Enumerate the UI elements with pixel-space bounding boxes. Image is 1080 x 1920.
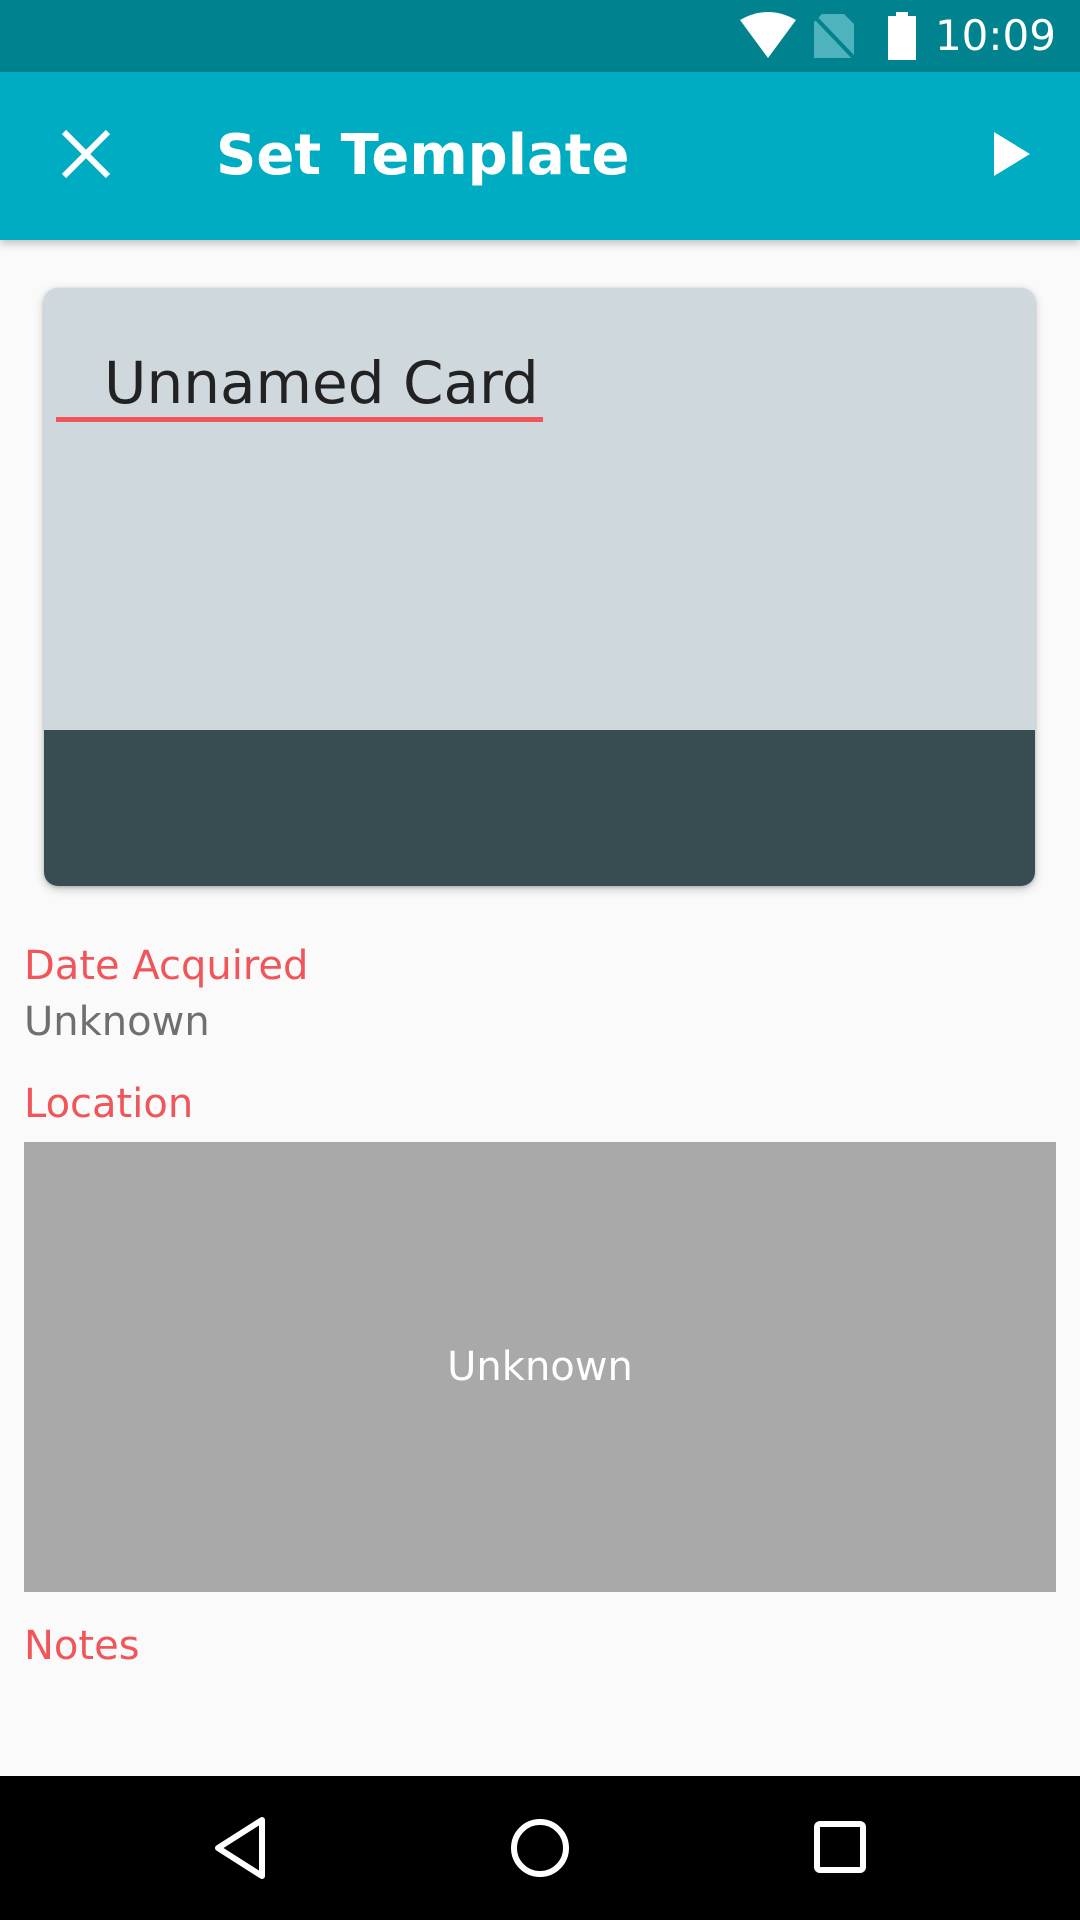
battery-icon <box>886 12 918 64</box>
back-icon <box>215 1817 265 1879</box>
page-title: Set Template <box>216 123 630 188</box>
navigation-bar <box>0 1776 1080 1920</box>
back-button[interactable] <box>200 1812 280 1884</box>
home-button[interactable] <box>500 1812 580 1884</box>
date-acquired-value[interactable]: Unknown <box>24 998 210 1046</box>
card-bottom-band[interactable] <box>44 730 1035 886</box>
location-value: Unknown <box>447 1344 633 1390</box>
close-button[interactable] <box>54 122 118 186</box>
no-sim-icon <box>810 12 858 64</box>
play-icon <box>994 132 1030 176</box>
close-icon <box>61 129 111 179</box>
home-icon <box>511 1819 569 1877</box>
card-preview <box>44 288 1035 886</box>
recents-icon <box>814 1821 866 1873</box>
location-map[interactable]: Unknown <box>24 1142 1056 1592</box>
app-bar: Set Template <box>0 72 1080 240</box>
location-label: Location <box>24 1081 194 1127</box>
date-acquired-label: Date Acquired <box>24 943 309 989</box>
status-bar: 10:09 <box>0 0 1080 72</box>
notes-label: Notes <box>24 1623 140 1669</box>
next-button[interactable] <box>980 124 1040 184</box>
recents-button[interactable] <box>800 1812 880 1884</box>
wifi-icon <box>740 12 796 62</box>
status-time: 10:09 <box>934 11 1056 60</box>
card-name-input[interactable] <box>56 348 543 422</box>
